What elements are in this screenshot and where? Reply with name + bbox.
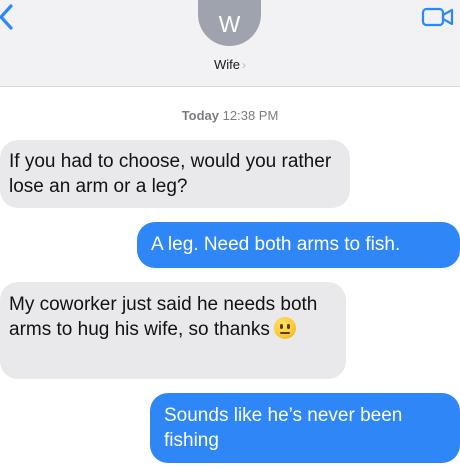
- outgoing-message-bubble[interactable]: A leg. Need both arms to fish.: [137, 222, 460, 268]
- video-camera-icon: [421, 7, 454, 27]
- chevron-left-icon: [0, 4, 13, 30]
- contact-name: Wife: [214, 57, 240, 72]
- neutral-face-emoji-icon: [273, 317, 296, 339]
- chevron-right-icon: ›: [242, 58, 246, 72]
- message-text: A leg. Need both arms to fish.: [151, 234, 401, 255]
- avatar-initial: W: [218, 10, 241, 37]
- message-text: If you had to choose, would you rather l…: [9, 151, 332, 197]
- timestamp-day: Today: [181, 108, 220, 123]
- incoming-message-bubble[interactable]: If you had to choose, would you rather l…: [0, 140, 350, 208]
- message-text: Sounds like he’s never been fishing: [164, 405, 403, 451]
- contact-avatar[interactable]: W: [198, 0, 261, 46]
- message-timestamp: Today 12:38 PM: [0, 108, 460, 123]
- back-button[interactable]: [0, 2, 18, 32]
- message-text: My coworker just said he needs both arms…: [9, 294, 318, 340]
- timestamp-time: 12:38 PM: [222, 108, 279, 123]
- conversation-header: W Wife ›: [0, 0, 460, 87]
- incoming-message-bubble[interactable]: My coworker just said he needs both arms…: [0, 282, 346, 379]
- outgoing-message-bubble[interactable]: Sounds like he’s never been fishing: [150, 393, 460, 463]
- contact-name-button[interactable]: Wife ›: [0, 57, 460, 72]
- facetime-video-button[interactable]: [421, 4, 455, 30]
